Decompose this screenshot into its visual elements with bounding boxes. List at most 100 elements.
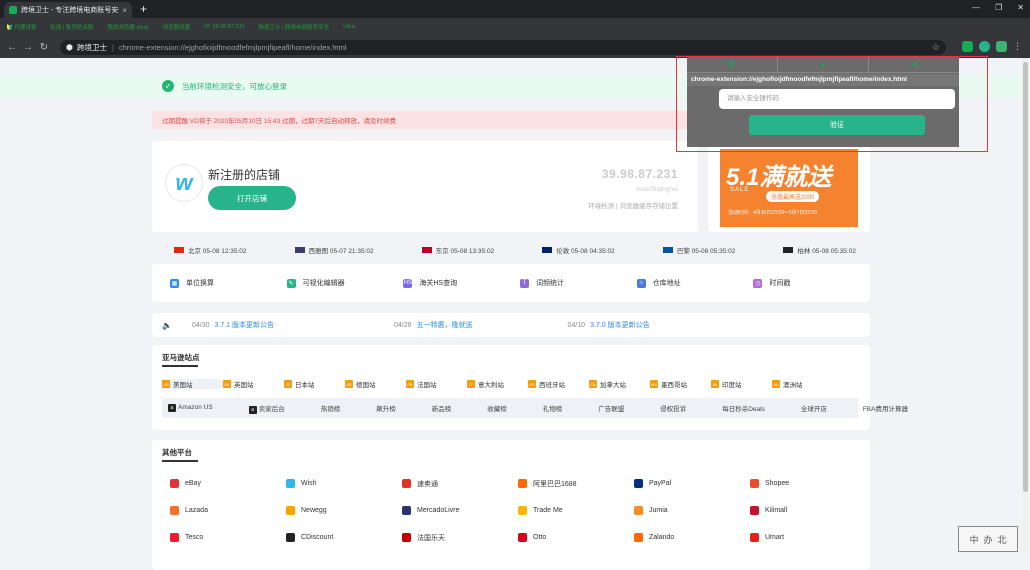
- new-tab-button[interactable]: +: [140, 2, 147, 16]
- platform-item[interactable]: eBay: [170, 479, 286, 488]
- amazon-link[interactable]: 侵权投诉: [660, 403, 704, 413]
- tab-close-icon[interactable]: ×: [122, 6, 127, 15]
- tool-item[interactable]: ▦ 单位换算: [170, 278, 287, 288]
- bookmark-star-icon[interactable]: ☆: [932, 42, 940, 53]
- platform-item[interactable]: Wish: [286, 479, 402, 488]
- bookmark-item[interactable]: 🔰 代理设置: [6, 23, 36, 31]
- env-links[interactable]: 环境检测 | 浏览器缓存存储位置: [588, 200, 678, 210]
- news-item[interactable]: 04/10 3.7.0 版本更新公告: [568, 320, 650, 330]
- url-text: chrome-extension://ejghofioijdfmoodfefmj…: [118, 43, 347, 52]
- tool-item[interactable]: HS 海关HS查询: [403, 278, 520, 288]
- clock-label: 柏林 05-08 05:35:02: [797, 248, 856, 255]
- amazon-link[interactable]: 飙升榜: [376, 403, 414, 413]
- bookmark-item[interactable]: 检测 | 账号防关联: [50, 23, 93, 31]
- scrollbar-thumb[interactable]: [1023, 62, 1028, 492]
- platform-item[interactable]: PayPal: [634, 479, 750, 488]
- platform-item[interactable]: 阿里巴巴1688: [518, 479, 634, 489]
- amazon-link[interactable]: a Amazon US: [168, 404, 231, 412]
- bookmark-item[interactable]: 跨境卫士 | 跨境电商账号安全: [259, 23, 330, 31]
- platform-row: Tesco CDiscount 法国乐天 Otto Zalando Umart: [170, 524, 866, 551]
- ime-glyph[interactable]: 中: [969, 533, 978, 546]
- maximize-button[interactable]: ❐: [995, 3, 1002, 12]
- amazon-site-jp[interactable]: JP 日本站: [284, 379, 345, 389]
- ime-toolbar[interactable]: 中办北: [958, 526, 1018, 552]
- platform-item[interactable]: Zalando: [634, 533, 750, 542]
- platform-item[interactable]: Shopee: [750, 479, 866, 488]
- amazon-link[interactable]: 收藏榜: [487, 403, 525, 413]
- extension-icon[interactable]: [996, 41, 1007, 52]
- amazon-site-de[interactable]: DE 德国站: [345, 379, 406, 389]
- tool-label: 词频统计: [536, 280, 565, 287]
- platform-item[interactable]: Umart: [750, 533, 866, 542]
- promo-banner[interactable]: 5.1满就送 SALE 充值最高送2000 活动时间：4月30日23:59～5月…: [720, 149, 858, 227]
- news-title[interactable]: 3.7.1 版本更新公告: [215, 322, 275, 329]
- platform-item[interactable]: MercadoLivre: [402, 506, 518, 515]
- bookmark-item[interactable]: IP: 39.98.87.231: [204, 24, 244, 30]
- news-item[interactable]: 04/30 3.7.1 版本更新公告: [192, 320, 274, 330]
- tool-item[interactable]: ✎ 可视化编辑器: [286, 278, 404, 288]
- amazon-site-label: 法国站: [417, 382, 437, 389]
- world-clock: 伦敦 05-08 04:35:02: [542, 245, 615, 255]
- platform-item[interactable]: Kilimall: [750, 506, 866, 515]
- amazon-site-es[interactable]: ES 西班牙站: [528, 379, 589, 389]
- browser-tab[interactable]: 跨境卫士 - 专注跨境电商账号安全 ×: [4, 2, 132, 18]
- close-window-button[interactable]: ✕: [1017, 3, 1024, 12]
- promo-card: 5.1满就送 SALE 充值最高送2000 活动时间：4月30日23:59～5月…: [708, 141, 870, 232]
- news-title[interactable]: 3.7.0 版本更新公告: [590, 322, 650, 329]
- tool-item[interactable]: ⌂ 仓库地址: [636, 278, 754, 288]
- amazon-site-in[interactable]: IN 印度站: [711, 379, 772, 389]
- amazon-site-us[interactable]: US 美国站: [162, 379, 223, 389]
- country-code-icon: JP: [284, 380, 292, 388]
- forward-icon[interactable]: →: [20, 42, 36, 53]
- platform-item[interactable]: Newegg: [286, 506, 402, 515]
- login-button[interactable]: ➜: [869, 57, 959, 73]
- bookmark-item[interactable]: 浏览器设置: [163, 23, 191, 31]
- menu-icon[interactable]: ⋮: [1013, 41, 1022, 52]
- open-shop-button[interactable]: 打开店铺: [208, 186, 296, 210]
- back-icon[interactable]: ←: [4, 42, 20, 53]
- amazon-link[interactable]: 每日秒杀Deals: [722, 403, 783, 413]
- amazon-link[interactable]: 广告联盟: [598, 403, 642, 413]
- amazon-site-mx[interactable]: MX 墨西哥站: [650, 379, 711, 389]
- verify-button[interactable]: 验证: [749, 115, 925, 135]
- amazon-site-fr[interactable]: FR 法国站: [406, 379, 467, 389]
- security-code-input[interactable]: 请输入安全操作码: [719, 89, 955, 109]
- refresh-button[interactable]: ↻: [687, 57, 778, 73]
- address-bar[interactable]: ⬢ 跨境卫士 | chrome-extension://ejghofioijdf…: [60, 40, 946, 55]
- news-item[interactable]: 04/28 五一特惠，隆就送: [394, 320, 473, 330]
- platform-item[interactable]: Jumia: [634, 506, 750, 515]
- amazon-site-label: 墨西哥站: [661, 382, 687, 389]
- bookmark-item[interactable]: 我的浏览器 (ifcd): [107, 23, 148, 31]
- ime-glyph[interactable]: 办: [983, 533, 992, 546]
- platform-item[interactable]: Trade Me: [518, 506, 634, 515]
- amazon-site-it[interactable]: IT 意大利站: [467, 379, 528, 389]
- amazon-link[interactable]: a 卖家后台: [248, 403, 303, 414]
- amazon-site-uk[interactable]: UK 英国站: [223, 379, 284, 389]
- extension-icon[interactable]: [962, 41, 973, 52]
- add-button[interactable]: +: [778, 57, 869, 73]
- platform-item[interactable]: Lazada: [170, 506, 286, 515]
- amazon-site-au[interactable]: AU 澳洲站: [772, 379, 833, 389]
- minimize-button[interactable]: —: [972, 3, 980, 12]
- tool-item[interactable]: ◷ 时间戳: [753, 278, 870, 288]
- country-code-icon: IN: [711, 380, 719, 388]
- amazon-link[interactable]: 礼物榜: [543, 403, 581, 413]
- reload-icon[interactable]: ↻: [36, 42, 52, 53]
- platform-label: Trade Me: [533, 507, 563, 514]
- scrollbar[interactable]: [1021, 58, 1030, 558]
- bookmark-item[interactable]: Vilca: [343, 24, 355, 30]
- tool-item[interactable]: T 词频统计: [520, 278, 637, 288]
- amazon-site-ca[interactable]: CA 加拿大站: [589, 379, 650, 389]
- platform-item[interactable]: Tesco: [170, 533, 286, 542]
- platform-item[interactable]: 速卖通: [402, 479, 518, 489]
- ime-glyph[interactable]: 北: [998, 533, 1007, 546]
- amazon-link[interactable]: FBA费用计算器: [863, 403, 926, 413]
- platform-item[interactable]: CDiscount: [286, 533, 402, 542]
- platform-item[interactable]: Otto: [518, 533, 634, 542]
- amazon-link[interactable]: 全球开店: [801, 403, 845, 413]
- amazon-link[interactable]: 新品榜: [432, 403, 470, 413]
- platform-item[interactable]: 法国乐天: [402, 533, 518, 543]
- news-title[interactable]: 五一特惠，隆就送: [417, 322, 473, 329]
- kuajing-extension-icon[interactable]: [979, 41, 990, 52]
- amazon-link[interactable]: 热销榜: [321, 403, 359, 413]
